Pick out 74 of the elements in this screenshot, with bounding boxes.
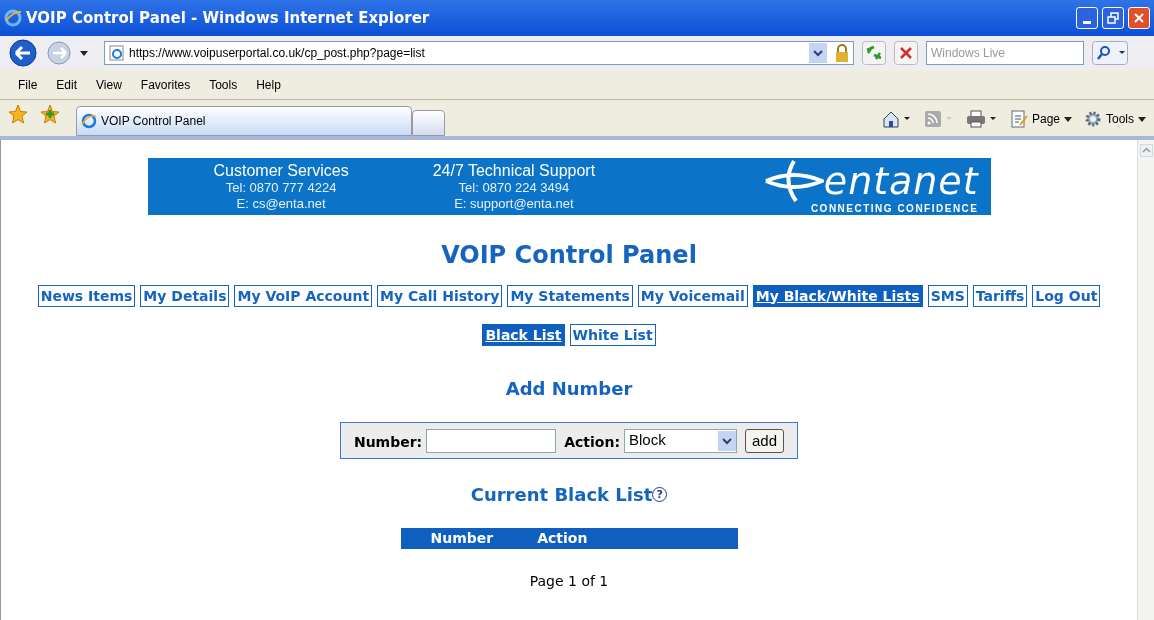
- pagination-text: Page 1 of 1: [529, 572, 609, 591]
- dropdown-icon[interactable]: [718, 430, 737, 451]
- favorites-star-icon[interactable]: [8, 104, 28, 124]
- sub-tab[interactable]: Black List: [482, 324, 565, 346]
- close-icon: [1133, 12, 1145, 24]
- logo-text: entanet: [823, 163, 979, 198]
- logo-tagline: CONNECTING CONFIDENCE: [810, 202, 979, 215]
- new-tab-button[interactable]: [412, 110, 445, 136]
- menu-item[interactable]: Favorites: [140, 75, 191, 94]
- restore-button[interactable]: [1102, 7, 1124, 29]
- minimize-button[interactable]: [1076, 7, 1098, 29]
- command-button[interactable]: Tools: [1084, 110, 1146, 128]
- browser-icon: [81, 113, 97, 129]
- page-icon: [109, 45, 125, 61]
- sub-tab[interactable]: White List: [569, 324, 656, 346]
- section-heading: Add Number: [505, 377, 633, 401]
- section-heading: Current Black List: [470, 483, 653, 507]
- nav-tab[interactable]: My Statements: [507, 285, 633, 307]
- nav-tab[interactable]: My Details: [140, 285, 230, 307]
- nav-tab[interactable]: News Items: [37, 285, 136, 307]
- tab-title: VOIP Control Panel: [101, 113, 206, 130]
- page-icon: [1009, 110, 1028, 128]
- swirl-logo-icon: [763, 158, 824, 203]
- printer-icon[interactable]: [965, 110, 998, 128]
- scrollbar[interactable]: [1137, 140, 1154, 620]
- feed-icon[interactable]: [923, 110, 954, 128]
- field-label: Action:: [564, 433, 621, 452]
- add-favorite-icon[interactable]: [40, 104, 60, 124]
- forward-button[interactable]: [46, 40, 72, 66]
- browser-tab[interactable]: VOIP Control Panel: [76, 106, 412, 136]
- gear-icon: [1084, 110, 1102, 128]
- menu-item[interactable]: View: [96, 75, 122, 94]
- menu-item[interactable]: Tools: [209, 75, 238, 94]
- nav-tab[interactable]: Log Out: [1032, 285, 1101, 307]
- number-field[interactable]: [426, 428, 557, 453]
- contact-line: Tel: 0870 777 4224: [225, 180, 337, 196]
- restore-icon: [1107, 12, 1119, 24]
- back-button[interactable]: [8, 38, 38, 68]
- nav-tab[interactable]: Tariffs: [972, 285, 1028, 307]
- address-field[interactable]: https://www.voipuserportal.co.uk/cp_post.php?page=list: [104, 41, 854, 65]
- nav-tab[interactable]: My Voicemail: [637, 285, 748, 307]
- contact-heading: 24/7 Technical Support: [432, 161, 596, 180]
- menu-item[interactable]: Help: [256, 75, 281, 94]
- window-title: VOIP Control Panel - Windows Internet Explorer: [26, 7, 430, 29]
- field-label: Number:: [353, 433, 423, 452]
- action-select[interactable]: Block: [624, 428, 738, 453]
- browser-icon: [4, 9, 22, 27]
- contact-line: E: support@enta.net: [454, 196, 574, 212]
- caret-icon: [1064, 116, 1072, 122]
- contact-line: Tel: 0870 224 3494: [458, 180, 570, 196]
- command-button[interactable]: Page: [1009, 110, 1072, 128]
- contact-heading: Customer Services: [213, 161, 349, 180]
- refresh-icon[interactable]: [862, 41, 886, 65]
- menu-item[interactable]: Edit: [56, 75, 78, 94]
- add-button[interactable]: add: [745, 428, 785, 453]
- nav-tab[interactable]: My VoIP Account: [234, 285, 373, 307]
- caret-icon: [1138, 116, 1146, 122]
- dropdown-icon[interactable]: [809, 43, 827, 63]
- nav-tab[interactable]: My Call History: [377, 285, 503, 307]
- minimize-icon: [1083, 21, 1091, 24]
- caret-icon[interactable]: [80, 50, 88, 56]
- url-text: https://www.voipuserportal.co.uk/cp_post.php?page=list: [129, 45, 426, 62]
- nav-tab[interactable]: My Black/White Lists: [752, 285, 923, 307]
- stop-icon[interactable]: [894, 41, 918, 65]
- column-header: Action: [537, 529, 588, 548]
- menu-item[interactable]: File: [18, 75, 38, 94]
- scroll-up-icon[interactable]: [1139, 144, 1153, 157]
- column-header: Number: [430, 529, 494, 548]
- search-icon[interactable]: [1092, 41, 1128, 65]
- close-button[interactable]: [1128, 7, 1150, 29]
- nav-tab[interactable]: SMS: [927, 285, 968, 307]
- home-icon[interactable]: [881, 110, 912, 128]
- contact-line: E: cs@enta.net: [236, 196, 326, 212]
- page-title: VOIP Control Panel: [441, 240, 697, 271]
